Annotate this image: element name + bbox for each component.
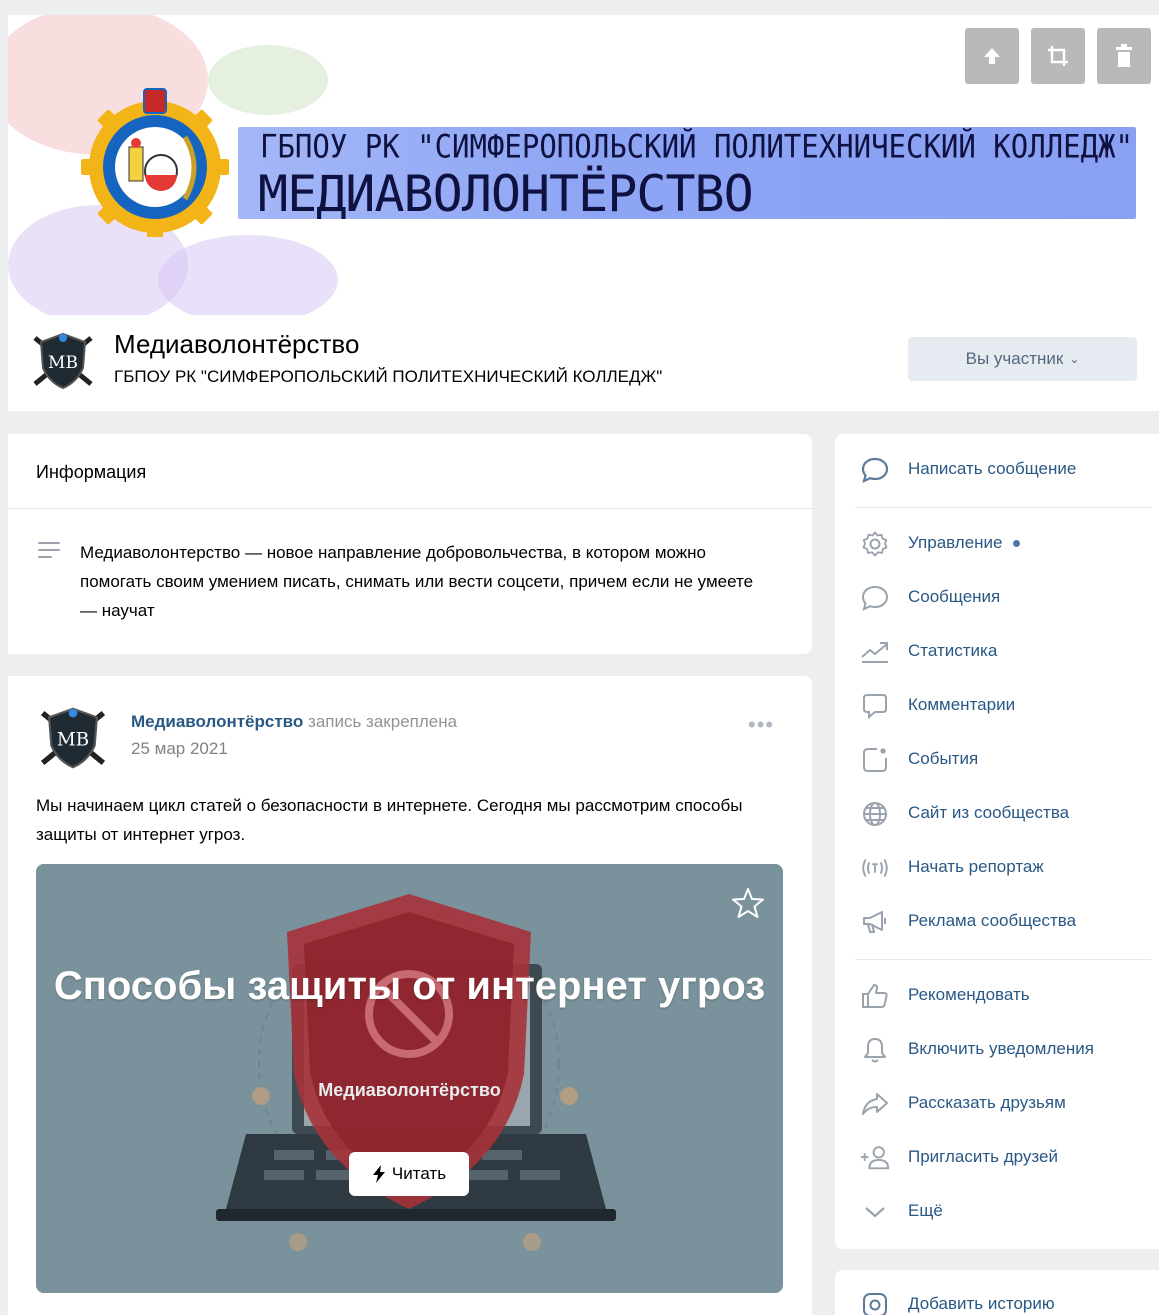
- post-pinned-label: запись закреплена: [308, 712, 458, 731]
- read-article-button[interactable]: Читать: [349, 1152, 469, 1196]
- events-icon: [859, 744, 891, 776]
- description-icon: [38, 542, 60, 563]
- chevron-down-icon: ⌄: [1069, 352, 1080, 366]
- sidebar-item-notifications[interactable]: Включить уведомления: [835, 1029, 1159, 1069]
- sidebar-item-ads[interactable]: Реклама сообщества: [835, 901, 1159, 941]
- post-text: Мы начинаем цикл статей о безопасности в…: [36, 796, 743, 844]
- group-cover: ГБПОУ РК "СИМФЕРОПОЛЬСКИЙ ПОЛИТЕХНИЧЕСКИ…: [8, 15, 1159, 315]
- upload-icon: [984, 48, 1000, 64]
- sidebar-item-statistics[interactable]: Статистика: [835, 631, 1159, 671]
- group-actions-sidebar: Написать сообщение Управление Сообщения …: [835, 434, 1159, 1249]
- sidebar-item-more[interactable]: Ещё: [835, 1191, 1159, 1231]
- chevron-down-icon: [859, 1196, 891, 1228]
- sidebar-item-write-message[interactable]: Написать сообщение: [835, 449, 1159, 489]
- add-story-button[interactable]: Добавить историю: [835, 1284, 1159, 1315]
- sidebar-item-label: Рассказать друзьям: [908, 1093, 1066, 1112]
- thumbs-up-icon: [859, 980, 891, 1012]
- sidebar-item-label: Реклама сообщества: [908, 911, 1077, 930]
- divider: [855, 959, 1151, 960]
- sidebar-item-label: Статистика: [908, 641, 998, 660]
- gear-icon: [859, 528, 891, 560]
- sidebar-item-label: Начать репортаж: [908, 857, 1044, 876]
- article-title: Способы защиты от интернет угроз: [53, 964, 766, 1008]
- sidebar-item-label: Комментарии: [908, 695, 1016, 714]
- sidebar-item-comments[interactable]: Комментарии: [835, 685, 1159, 725]
- cover-delete-button[interactable]: [1097, 28, 1151, 84]
- megaphone-icon: [859, 906, 891, 938]
- divider: [8, 508, 812, 509]
- sidebar-item-label: Включить уведомления: [908, 1039, 1094, 1058]
- avatar-monogram: MB: [48, 353, 78, 373]
- cover-toolbar: [965, 28, 1151, 84]
- info-title: Информация: [36, 462, 147, 482]
- sidebar-item-invite[interactable]: Пригласить друзей: [835, 1137, 1159, 1177]
- message-icon: [859, 454, 891, 486]
- cover-title-main: МЕДИАВОЛОНТЁРСТВО: [258, 165, 754, 223]
- group-description: Медиаволонтерство — новое направление до…: [80, 543, 754, 620]
- share-icon: [859, 1088, 891, 1120]
- notification-dot: [1012, 540, 1020, 548]
- member-status-button[interactable]: Вы участник ⌄: [908, 337, 1137, 381]
- sidebar-item-manage-label: Управление: [908, 533, 1003, 552]
- info-block: Информация Медиаволонтерство — новое нап…: [8, 434, 812, 654]
- article-cover-image: [36, 864, 783, 1293]
- sidebar-item-messages[interactable]: Сообщения: [835, 577, 1159, 617]
- post-date[interactable]: 25 мар 2021: [131, 739, 228, 759]
- lightning-icon: [372, 1165, 385, 1183]
- chat-icon: [859, 582, 891, 614]
- sidebar-item-label: Сообщения: [908, 587, 1001, 606]
- crop-icon: [1048, 46, 1068, 66]
- sidebar-item-site[interactable]: Сайт из сообщества: [835, 793, 1159, 833]
- group-status: ГБПОУ РК "СИМФЕРОПОЛЬСКИЙ ПОЛИТЕХНИЧЕСКИ…: [114, 367, 663, 386]
- sidebar-item-label: Написать сообщение: [908, 459, 1077, 478]
- sidebar-item-recommend[interactable]: Рекомендовать: [835, 975, 1159, 1015]
- stories-block: Добавить историю: [835, 1270, 1159, 1315]
- sidebar-item-label: Рекомендовать: [908, 985, 1030, 1004]
- trash-icon: [1116, 44, 1132, 67]
- comment-icon: [859, 690, 891, 722]
- cover-upload-button[interactable]: [965, 28, 1019, 84]
- globe-icon: [859, 798, 891, 830]
- post-author-avatar[interactable]: MB: [34, 704, 112, 772]
- post-author-link[interactable]: Медиаволонтёрство: [131, 712, 303, 731]
- cover-splash-violet-2: [158, 235, 338, 315]
- bell-icon: [859, 1034, 891, 1066]
- article-card[interactable]: Способы защиты от интернет угроз Медиаво…: [36, 864, 783, 1293]
- group-avatar[interactable]: MB: [27, 330, 99, 392]
- member-status-label: Вы участник: [965, 349, 1064, 368]
- sidebar-item-manage[interactable]: Управление: [835, 523, 1159, 563]
- college-logo-icon: [81, 88, 229, 237]
- sidebar-item-label: Сайт из сообщества: [908, 803, 1070, 822]
- add-story-label: Добавить историю: [908, 1294, 1055, 1313]
- add-user-icon: [859, 1142, 891, 1174]
- divider: [855, 507, 1151, 508]
- sidebar-item-share[interactable]: Рассказать друзьям: [835, 1083, 1159, 1123]
- sidebar-item-label: События: [908, 749, 979, 768]
- group-header: MB Медиаволонтёрство ГБПОУ РК "СИМФЕРОПО…: [8, 315, 1159, 411]
- stats-icon: [859, 636, 891, 668]
- star-icon[interactable]: [731, 886, 765, 920]
- group-name: Медиаволонтёрство: [114, 329, 360, 359]
- read-article-label: Читать: [391, 1164, 447, 1183]
- camera-icon: [859, 1289, 891, 1315]
- sidebar-item-label: Ещё: [908, 1201, 943, 1220]
- sidebar-item-label: Управление: [908, 533, 1020, 553]
- pinned-post: MB Медиаволонтёрство запись закреплена 2…: [8, 676, 812, 1315]
- post-author-line: Медиаволонтёрство запись закреплена: [131, 712, 457, 732]
- cover-title-college: ГБПОУ РК "СИМФЕРОПОЛЬСКИЙ ПОЛИТЕХНИЧЕСКИ…: [260, 128, 1133, 166]
- article-source: Медиаволонтёрство: [318, 1080, 501, 1100]
- cover-crop-button[interactable]: [1031, 28, 1085, 84]
- sidebar-item-events[interactable]: События: [835, 739, 1159, 779]
- avatar-monogram: MB: [57, 730, 89, 751]
- broadcast-icon: [859, 852, 891, 884]
- sidebar-item-label: Пригласить друзей: [908, 1147, 1058, 1166]
- sidebar-item-broadcast[interactable]: Начать репортаж: [835, 847, 1159, 887]
- post-more-button[interactable]: •••: [748, 712, 774, 738]
